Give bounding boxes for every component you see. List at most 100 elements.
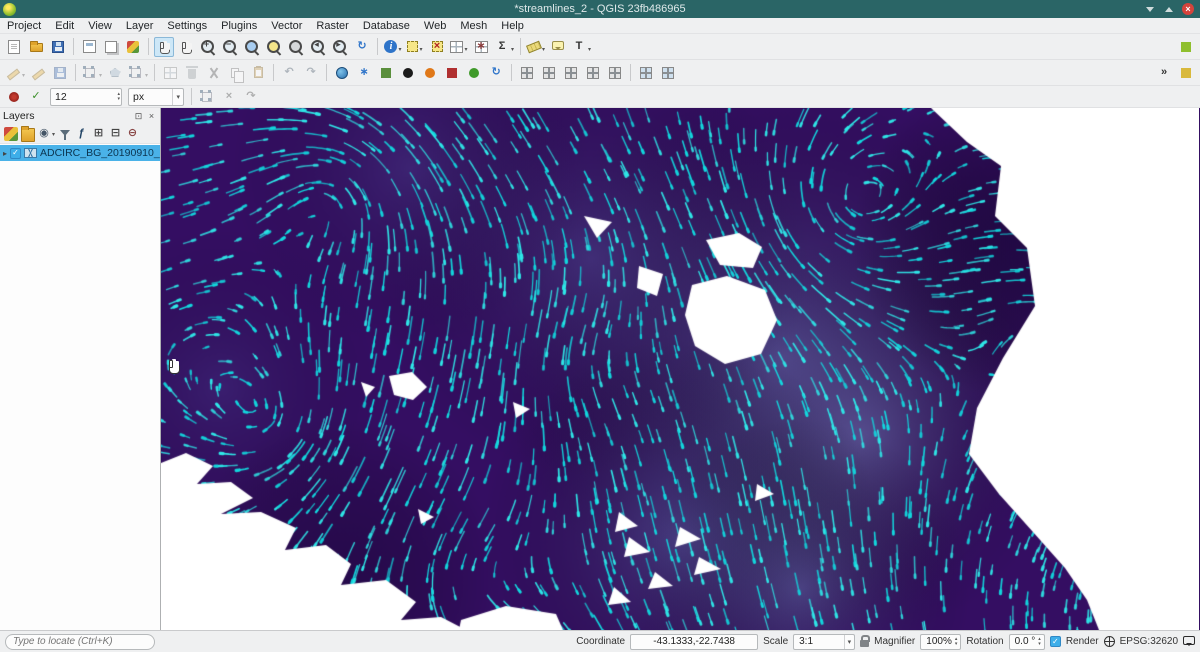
menu-edit[interactable]: Edit: [48, 18, 81, 34]
mesh-tool-calculator[interactable]: [636, 63, 656, 83]
field-calculator[interactable]: ∗: [471, 37, 491, 57]
open-attribute-table[interactable]: ▾: [449, 37, 469, 57]
vertex-tool-dropdown-icon[interactable]: ▾: [145, 72, 148, 82]
menu-layer[interactable]: Layer: [119, 18, 161, 34]
toolbar-overflow[interactable]: »: [1154, 63, 1174, 83]
text-annotation[interactable]: T▾: [570, 37, 592, 57]
current-edits-dropdown-icon[interactable]: ▾: [22, 72, 25, 82]
toolbox-icon[interactable]: [1176, 37, 1196, 57]
deselect-features[interactable]: ×: [427, 37, 447, 57]
measure-line[interactable]: ▾: [526, 37, 546, 57]
save-layer-edits[interactable]: [50, 63, 70, 83]
menu-database[interactable]: Database: [356, 18, 417, 34]
open-layer-styling-panel[interactable]: [2, 125, 19, 142]
raster-tool-clip[interactable]: [561, 63, 581, 83]
menu-project[interactable]: Project: [0, 18, 48, 34]
style-manager[interactable]: [123, 37, 143, 57]
locator-input[interactable]: [5, 634, 155, 650]
map-canvas[interactable]: [161, 108, 1199, 630]
panel-undock-icon[interactable]: ⊡: [133, 111, 144, 122]
statistical-summary[interactable]: Σ▾: [493, 37, 515, 57]
select-features[interactable]: ▾: [405, 37, 425, 57]
layer-expand-icon[interactable]: ▸: [3, 149, 7, 158]
save-project[interactable]: [48, 37, 68, 57]
new-project[interactable]: [4, 37, 24, 57]
statistical-summary-dropdown-icon[interactable]: ▾: [511, 46, 514, 56]
refresh-map[interactable]: ↻: [352, 37, 372, 57]
magnifier-spin-icons[interactable]: ▴▾: [955, 637, 958, 647]
vertex-tool[interactable]: ▾: [127, 63, 149, 83]
menu-vector[interactable]: Vector: [264, 18, 309, 34]
metasearch[interactable]: [332, 63, 352, 83]
collapse-all[interactable]: ⊟: [107, 125, 124, 142]
layer-checkbox[interactable]: ✓: [10, 148, 21, 159]
raster-tool-contour[interactable]: [605, 63, 625, 83]
expand-all[interactable]: ⊞: [90, 125, 107, 142]
open-project[interactable]: [26, 37, 46, 57]
maximize-icon[interactable]: [1163, 3, 1175, 15]
layer-item[interactable]: ▸✓ADCIRC_BG_20190910_1t: [0, 145, 160, 161]
copy-features[interactable]: [226, 63, 246, 83]
annotation-curve-tool[interactable]: ↷: [241, 87, 261, 107]
zoom-to-layer[interactable]: [286, 37, 306, 57]
rotation-spinbox[interactable]: 0.0 ° ▴▾: [1009, 634, 1045, 650]
select-features-dropdown-icon[interactable]: ▾: [419, 46, 422, 56]
undo[interactable]: ↶: [279, 63, 299, 83]
raster-tool-stretch[interactable]: [539, 63, 559, 83]
identify-features[interactable]: i▾: [383, 37, 403, 57]
menu-web[interactable]: Web: [417, 18, 453, 34]
filter-legend-by-expression[interactable]: ƒ: [73, 125, 90, 142]
show-layout-manager[interactable]: [101, 37, 121, 57]
annotation-delete-tool[interactable]: ×: [219, 87, 239, 107]
redo[interactable]: ↷: [301, 63, 321, 83]
render-checkbox[interactable]: ✓: [1050, 636, 1061, 647]
crs-status[interactable]: EPSG:32620: [1120, 636, 1178, 647]
coordinate-value[interactable]: -43.1333,-22.7438: [630, 634, 758, 650]
manage-map-themes[interactable]: ◉▾: [36, 125, 56, 142]
raster-tool-merge[interactable]: [583, 63, 603, 83]
paste-features[interactable]: [248, 63, 268, 83]
pan-map[interactable]: [154, 37, 174, 57]
labeling-options[interactable]: ✓: [26, 87, 46, 107]
new-print-layout[interactable]: [79, 37, 99, 57]
plugin-spider[interactable]: [398, 63, 418, 83]
map-tips[interactable]: [548, 37, 568, 57]
raster-tool-histogram[interactable]: [517, 63, 537, 83]
annotation-node-tool[interactable]: [197, 87, 217, 107]
plugin-help[interactable]: ↻: [486, 63, 506, 83]
digitize-with-segment-dropdown-icon[interactable]: ▾: [99, 72, 102, 82]
digitize-with-segment[interactable]: ▾: [81, 63, 103, 83]
plugin-bug-report[interactable]: [464, 63, 484, 83]
pan-to-selection[interactable]: [176, 37, 196, 57]
annotation-font-size-spin-icons[interactable]: ▴▾: [117, 92, 120, 102]
zoom-to-selection[interactable]: [264, 37, 284, 57]
text-annotation-dropdown-icon[interactable]: ▾: [588, 46, 591, 56]
zoom-next[interactable]: ▸: [330, 37, 350, 57]
menu-mesh[interactable]: Mesh: [453, 18, 494, 34]
annotation-font-size[interactable]: 12▴▾: [50, 88, 122, 106]
zoom-in[interactable]: +: [198, 37, 218, 57]
current-edits[interactable]: ▾: [4, 63, 26, 83]
grass-tools[interactable]: [376, 63, 396, 83]
more-tools[interactable]: [1176, 63, 1196, 83]
cut-features[interactable]: [204, 63, 224, 83]
filter-legend[interactable]: [56, 125, 73, 142]
zoom-out[interactable]: −: [220, 37, 240, 57]
title-bar[interactable]: *streamlines_2 - QGIS 23fb486965 ×: [0, 0, 1200, 18]
lock-scale-icon[interactable]: [860, 640, 869, 647]
processing-toolbox[interactable]: ∗: [354, 63, 374, 83]
add-polygon-feature[interactable]: [105, 63, 125, 83]
menu-view[interactable]: View: [81, 18, 119, 34]
mesh-tool-reindex[interactable]: [658, 63, 678, 83]
annotation-font-units-dropdown-icon[interactable]: ▾: [172, 89, 183, 105]
manage-map-themes-dropdown-icon[interactable]: ▾: [52, 131, 55, 141]
menu-raster[interactable]: Raster: [309, 18, 355, 34]
menu-help[interactable]: Help: [494, 18, 531, 34]
delete-selected[interactable]: [182, 63, 202, 83]
add-group[interactable]: [19, 125, 36, 142]
scale-combo[interactable]: 3:1 ▾: [793, 634, 855, 650]
annotation-font-units[interactable]: px▾: [128, 88, 184, 106]
measure-line-dropdown-icon[interactable]: ▾: [542, 46, 545, 56]
menu-settings[interactable]: Settings: [160, 18, 214, 34]
identify-features-dropdown-icon[interactable]: ▾: [398, 46, 401, 56]
